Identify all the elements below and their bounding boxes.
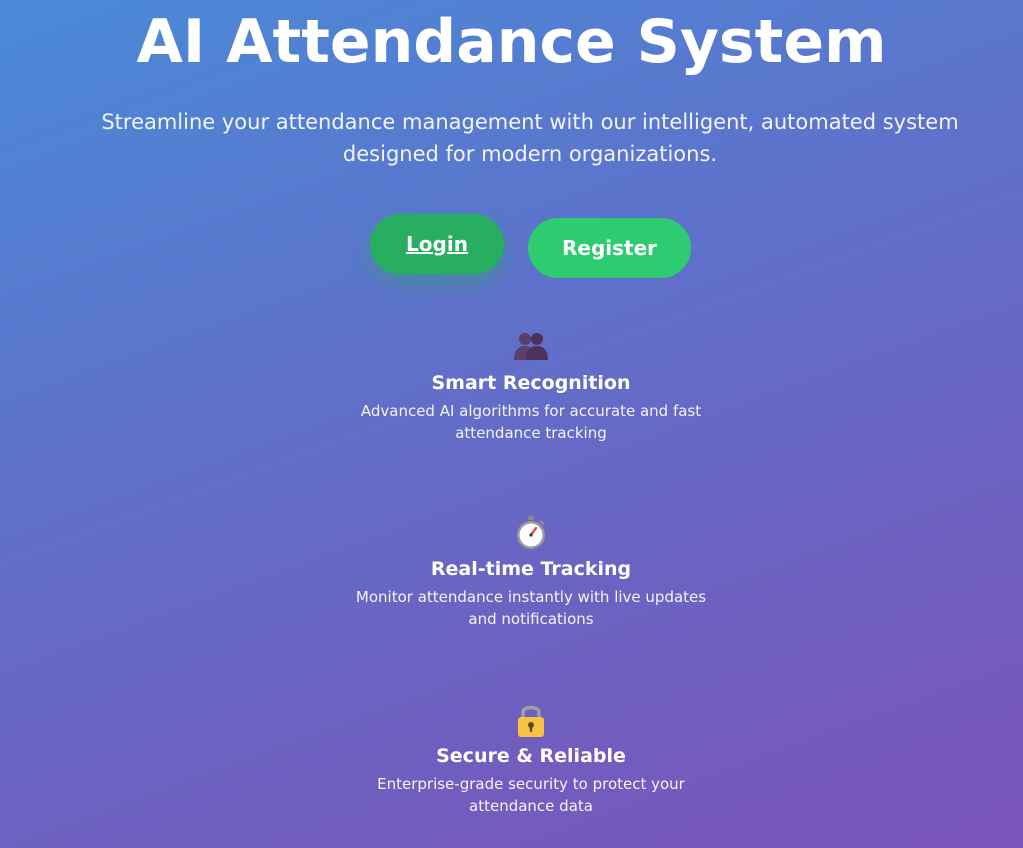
feature-title: Real-time Tracking (430, 558, 632, 580)
feature-real-time-tracking: Real-time Tracking Monitor attendance in… (331, 514, 731, 630)
feature-secure-reliable: Secure & Reliable Enterprise-grade secur… (331, 701, 731, 817)
page-title: AI Attendance System (136, 7, 887, 77)
feature-smart-recognition: Smart Recognition Advanced AI algorithms… (331, 328, 731, 444)
stopwatch-icon (517, 516, 545, 549)
hero-subtitle: Streamline your attendance management wi… (101, 110, 959, 166)
feature-description: Enterprise-grade security to protect you… (377, 775, 685, 815)
feature-title: Secure & Reliable (436, 745, 626, 767)
feature-description: Monitor attendance instantly with live u… (355, 588, 707, 628)
lock-icon (518, 705, 544, 737)
two-people-icon (514, 333, 548, 360)
feature-title: Smart Recognition (431, 372, 631, 394)
register-button[interactable]: Register (528, 218, 691, 278)
feature-description: Advanced AI algorithms for accurate and … (360, 402, 702, 442)
login-button[interactable]: Login (370, 214, 504, 274)
